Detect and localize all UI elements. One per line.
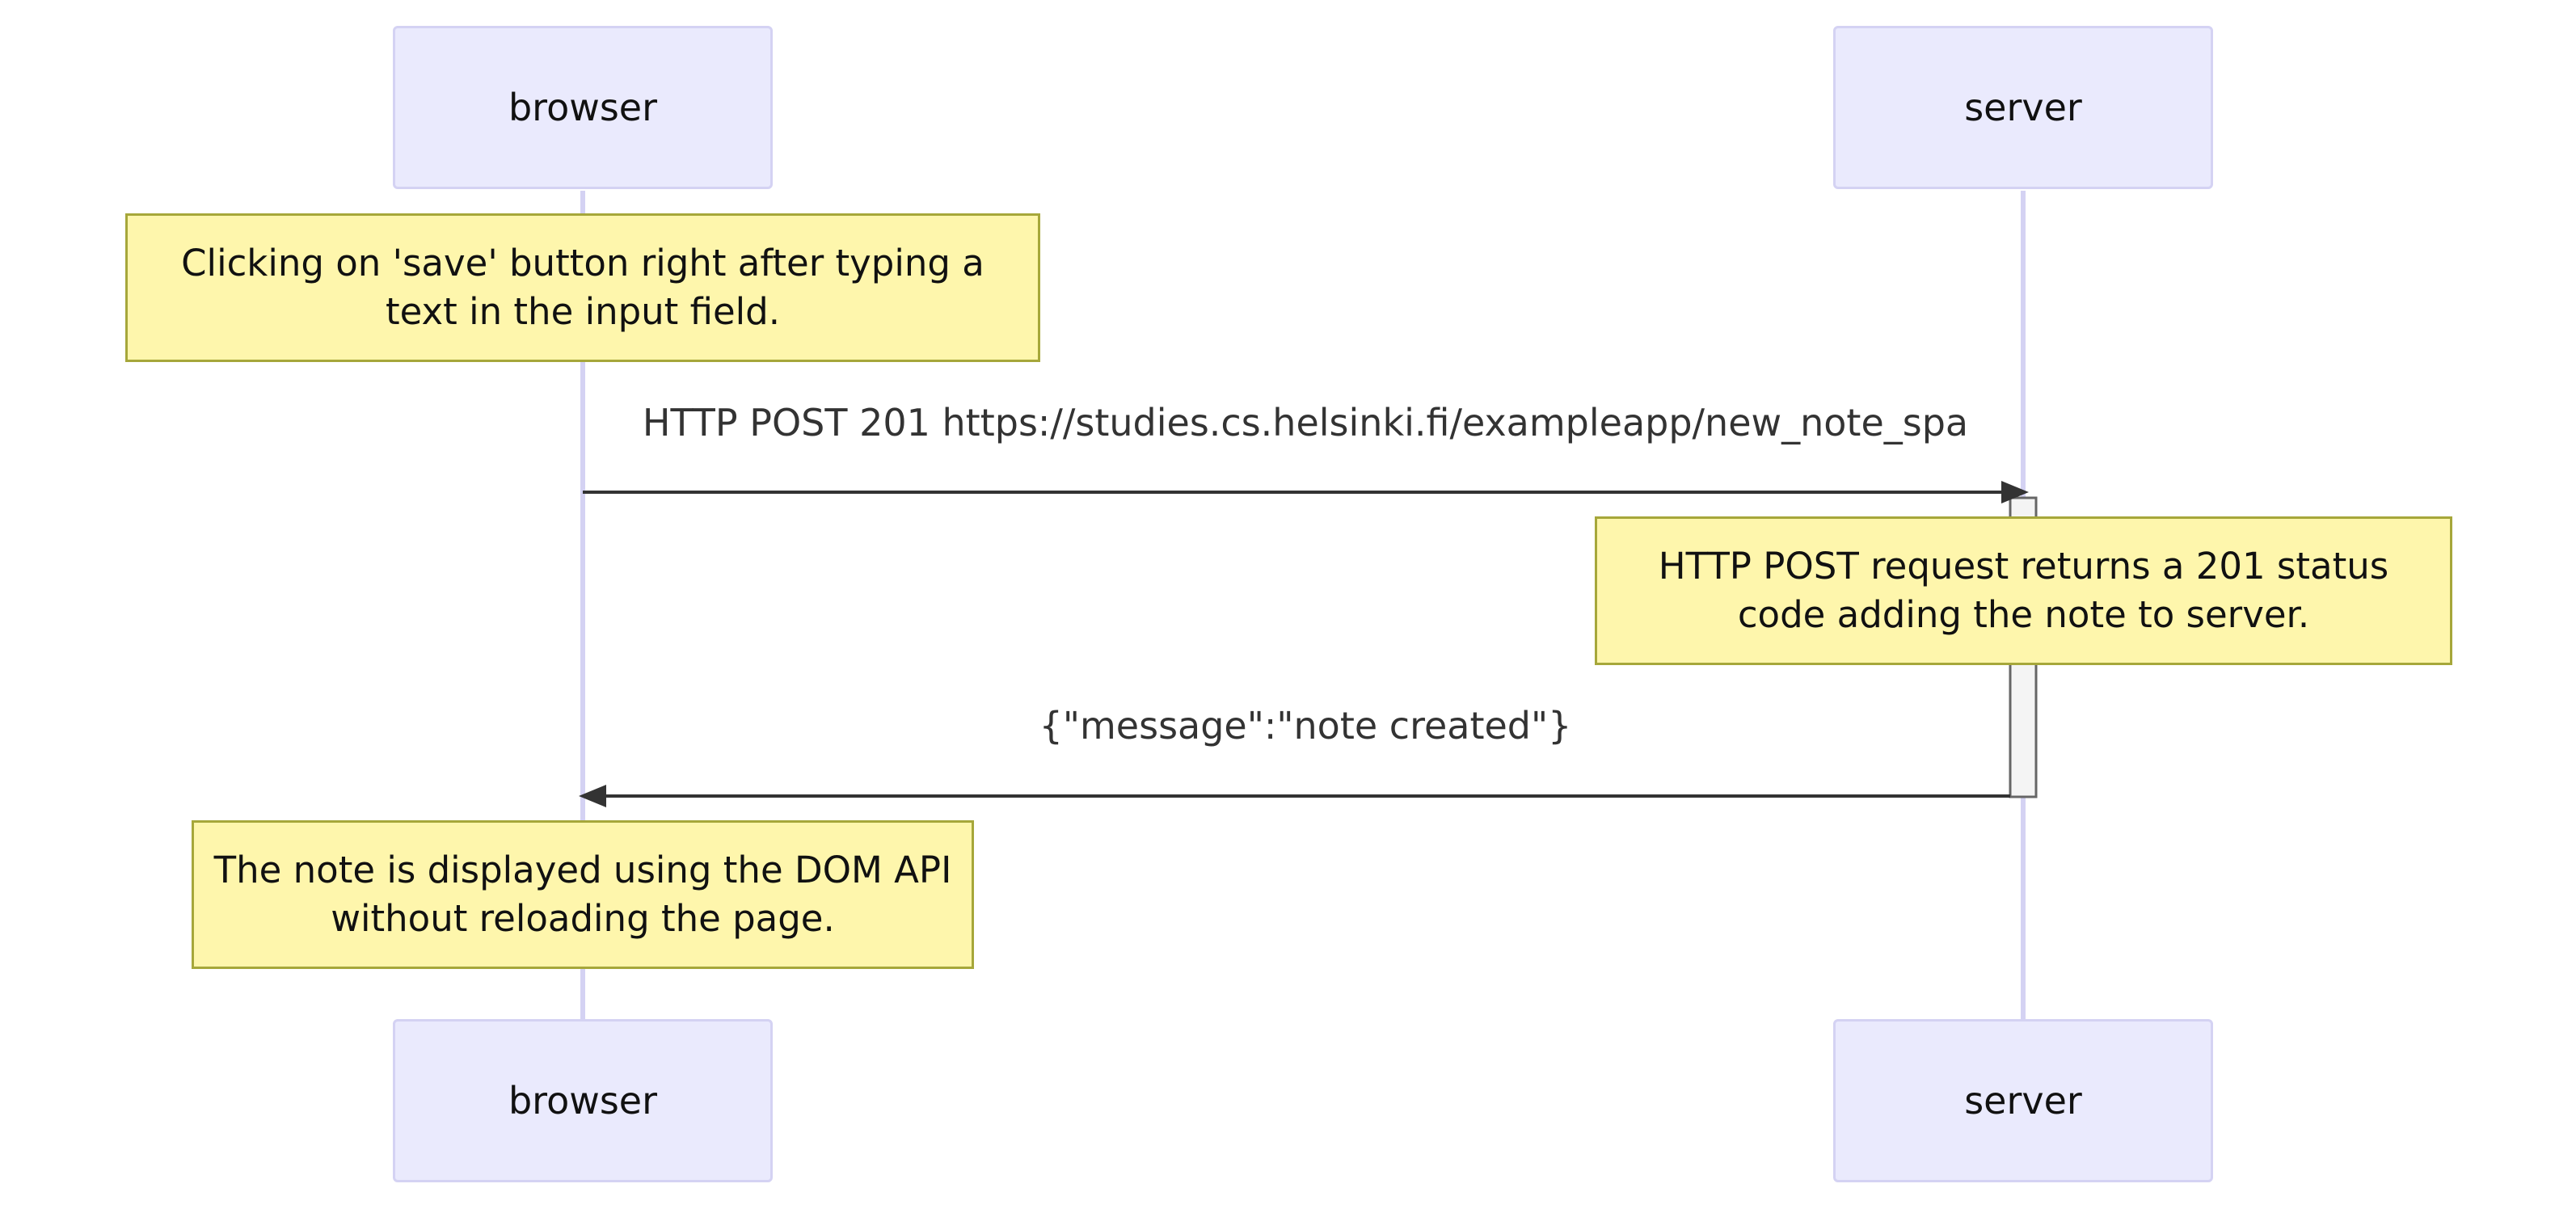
actor-server-bottom-label: server: [1964, 1079, 2082, 1123]
actor-server-top: server: [1833, 26, 2213, 189]
actor-browser-bottom: browser: [393, 1019, 773, 1182]
note-post-response-text: HTTP POST request returns a 201 status c…: [1658, 545, 2389, 636]
note-save-click: Clicking on 'save' button right after ty…: [125, 213, 1040, 362]
actor-browser-top-label: browser: [508, 86, 658, 129]
actor-server-top-label: server: [1964, 86, 2082, 129]
response-message-label: {"message":"note created"}: [1039, 704, 1572, 748]
sequence-diagram: browser server Clicking on 'save' button…: [0, 0, 2576, 1209]
actor-browser-bottom-label: browser: [508, 1079, 658, 1123]
actor-browser-top: browser: [393, 26, 773, 189]
request-message-label: HTTP POST 201 https://studies.cs.helsink…: [642, 401, 1969, 444]
note-post-response: HTTP POST request returns a 201 status c…: [1595, 516, 2452, 665]
note-save-click-text: Clicking on 'save' button right after ty…: [181, 242, 984, 333]
note-dom-update: The note is displayed using the DOM API …: [192, 820, 974, 969]
note-dom-update-text: The note is displayed using the DOM API …: [213, 849, 952, 940]
actor-server-bottom: server: [1833, 1019, 2213, 1182]
